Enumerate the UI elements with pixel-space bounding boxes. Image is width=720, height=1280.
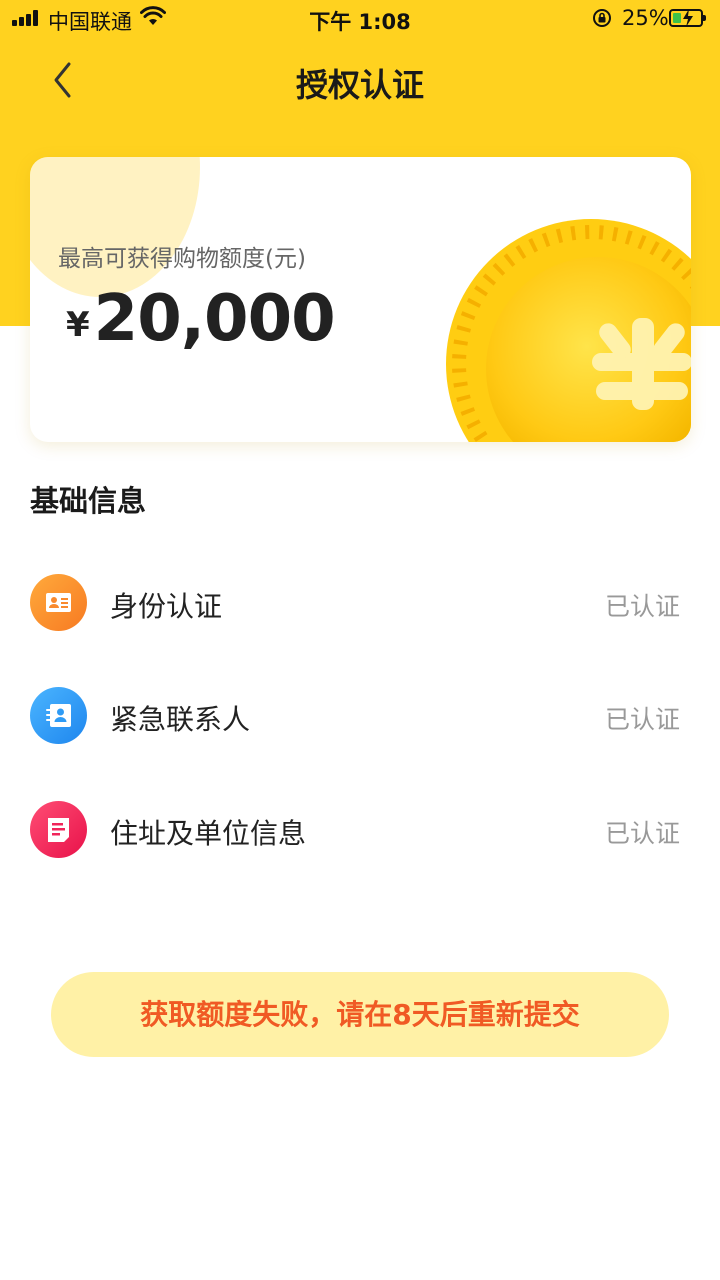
yuan-coin-icon bbox=[446, 219, 691, 442]
battery-icon bbox=[669, 9, 706, 27]
id-card-icon bbox=[30, 574, 87, 631]
credit-limit-card: 最高可获得购物额度(元) ¥20,000 bbox=[30, 157, 691, 442]
limit-amount: ¥20,000 bbox=[66, 282, 336, 356]
list-item-identity[interactable]: 身份认证 已认证 bbox=[0, 559, 720, 649]
screen: 中国联通 下午 1:08 25% 授权认证 最高可获得购物额度(元) ¥20,0… bbox=[0, 0, 720, 1280]
status-text: 已认证 bbox=[604, 592, 680, 621]
list-item-label: 住址及单位信息 bbox=[110, 817, 307, 850]
status-text: 已认证 bbox=[604, 705, 680, 734]
status-time: 下午 1:08 bbox=[309, 10, 411, 34]
document-icon bbox=[30, 801, 87, 858]
resubmit-notice: 获取额度失败，请在8天后重新提交 bbox=[51, 972, 669, 1057]
status-text: 已认证 bbox=[604, 819, 680, 848]
section-title: 基础信息 bbox=[30, 484, 147, 518]
list-item-emergency-contact[interactable]: 紧急联系人 已认证 bbox=[0, 672, 720, 762]
battery-percent: 25% bbox=[622, 6, 669, 30]
page-title: 授权认证 bbox=[295, 66, 424, 104]
rotation-lock-icon bbox=[593, 9, 611, 27]
currency-symbol: ¥ bbox=[66, 305, 90, 345]
list-item-address-work[interactable]: 住址及单位信息 已认证 bbox=[0, 786, 720, 876]
limit-label: 最高可获得购物额度(元) bbox=[58, 246, 306, 272]
card-watermark bbox=[30, 157, 200, 297]
status-bar: 中国联通 下午 1:08 25% bbox=[0, 0, 720, 36]
list-item-label: 身份认证 bbox=[110, 590, 223, 623]
list-item-label: 紧急联系人 bbox=[110, 703, 251, 736]
limit-value: 20,000 bbox=[93, 282, 336, 356]
contact-book-icon bbox=[30, 687, 87, 744]
